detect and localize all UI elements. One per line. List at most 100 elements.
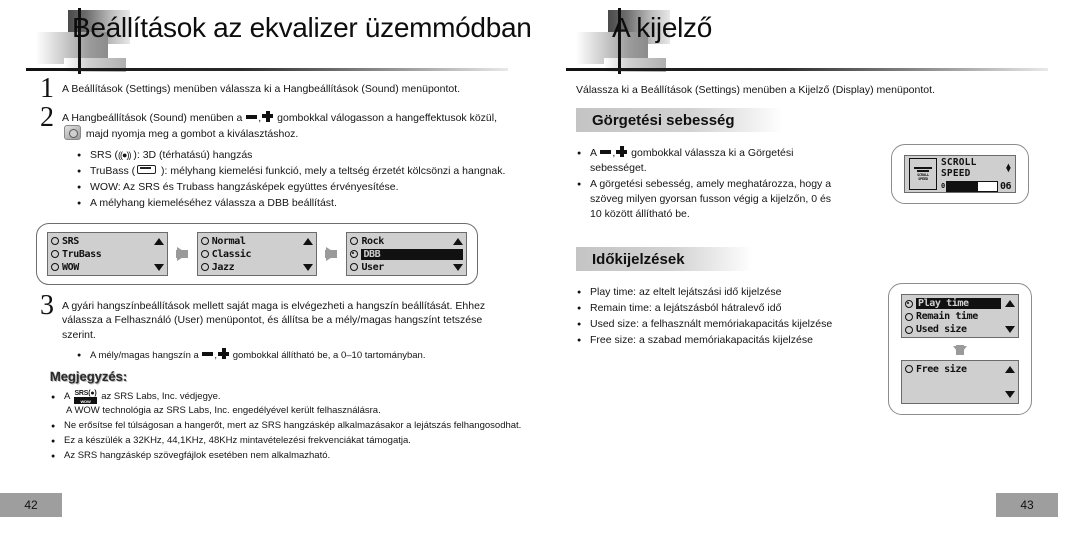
intro-text: Válassza ki a Beállítások (Settings) men…: [576, 84, 935, 96]
scroll-speed-devicebox: SCROLL SPEED SCROLL SPEED ▲ ▼ 0 06: [891, 144, 1029, 204]
lcd-row-label: SRS: [62, 235, 79, 247]
radio-icon: [905, 312, 913, 321]
list-item-scroll-buttons: A , gombokkal válassza ki a Görgetési se…: [576, 146, 840, 176]
list-item-trademark: A SRS(●) WOW az SRS Labs, Inc. védjegye.…: [50, 390, 540, 418]
bullet-trubass-post: ): mélyhang kiemelési funkció, mely a te…: [158, 164, 506, 177]
scroll-speed-title: SCROLL SPEED: [941, 156, 977, 179]
header-rule: [26, 68, 508, 71]
lcd-row-label: Rock: [361, 235, 384, 247]
scroll-bullet-pre: A: [590, 147, 600, 159]
radio-icon: [905, 325, 913, 334]
left-page: Beállítások az ekvalizer üzemmódban 1 A …: [0, 0, 540, 539]
lcd-row[interactable]: Jazz: [200, 261, 314, 274]
scroll-speed-body: SCROLL SPEED ▲ ▼ 0 06: [941, 156, 1012, 192]
lcd-row[interactable]: Remain time: [905, 310, 1015, 323]
chevron-down-icon[interactable]: [1005, 391, 1015, 399]
bullet-srs-pre: SRS (: [90, 148, 119, 161]
radio-icon: [200, 237, 209, 245]
time-display-text: Play time: az eltelt lejátszási idő kije…: [540, 279, 840, 349]
trubass-bar-icon: [137, 164, 157, 174]
right-page-content: Válassza ki a Beállítások (Settings) men…: [540, 78, 1080, 415]
chevron-up-icon[interactable]: [1005, 365, 1015, 373]
lcd-row-selected[interactable]: Play time: [905, 297, 1015, 310]
chevron-down-icon[interactable]: [153, 263, 164, 271]
scroll-speed-section: A , gombokkal válassza ki a Görgetési se…: [540, 140, 1080, 223]
page-title: A kijelző: [612, 12, 713, 43]
plus-button-icon: [616, 146, 628, 157]
step-1: 1 A Beállítások (Settings) menüben válas…: [0, 73, 540, 104]
chevron-down-icon[interactable]: [453, 263, 464, 271]
list-item-trubass: TruBass ( ): mélyhang kiemelési funkció,…: [76, 164, 540, 179]
note-prefix: A: [64, 391, 70, 402]
lcd-row-label: DBB: [361, 248, 464, 260]
right-page-header: A kijelző: [540, 0, 1080, 78]
page-title: Beállítások az ekvalizer üzemmódban: [72, 12, 532, 43]
lcd-row[interactable]: SRS: [51, 235, 164, 248]
chevron-down-icon[interactable]: [303, 263, 314, 271]
updown-arrows-icon[interactable]: ▲ ▼: [1006, 161, 1011, 173]
list-item-srs: SRS (((●)) ): 3D (térhatású) hangzás: [76, 148, 540, 163]
lcd-row[interactable]: Classic: [200, 248, 314, 261]
scroll-speed-bar[interactable]: [946, 180, 998, 192]
chevron-up-icon[interactable]: [153, 237, 164, 245]
chevron-up-icon[interactable]: [1005, 300, 1015, 307]
srs-wow-logo-icon: SRS(●) WOW: [74, 390, 97, 404]
step-3-bullets: A mély/magas hangszín a , gombokkal állí…: [76, 348, 540, 363]
lcd-row[interactable]: [905, 388, 1015, 401]
bullet-tone-post: gombokkal állítható be, a 0–10 tartomány…: [230, 350, 426, 361]
list-item-tone-range: A mély/magas hangszín a , gombokkal állí…: [76, 348, 540, 363]
note-0-text: az SRS Labs, Inc. védjegye.: [101, 391, 221, 402]
lcd-sound-effect-list[interactable]: SRS TruBass WOW: [47, 231, 168, 276]
lcd-preset-list-2[interactable]: Rock DBB User: [346, 231, 468, 276]
minus-button-icon: [600, 150, 612, 154]
radio-icon: [51, 237, 59, 245]
lcd-row[interactable]: TruBass: [51, 248, 164, 261]
lcd-row-label: Play time: [916, 298, 1001, 309]
lcd-time-display-list[interactable]: Play time Remain time Used size: [901, 294, 1019, 338]
list-item-used-size: Used size: a felhasznált memóriakapacitá…: [576, 317, 840, 332]
step-2-text-c: majd nyomja meg a gombot a kiválasztásho…: [83, 128, 299, 140]
radio-icon: [51, 250, 59, 258]
bullet-srs-post: ): 3D (térhatású) hangzás: [130, 148, 253, 161]
lcd-row[interactable]: Used size: [905, 323, 1015, 336]
flow-arrow-2: [317, 246, 346, 261]
flow-arrow-1: [168, 246, 197, 261]
step-2-number: 2: [40, 101, 54, 133]
left-page-content: 1 A Beállítások (Settings) menüben válas…: [0, 73, 540, 464]
time-display-section: Play time: az eltelt lejátszási idő kije…: [540, 279, 1080, 415]
list-item-text-files: Az SRS hangzáskép szövegfájlok esetében …: [50, 449, 540, 464]
chevron-up-icon[interactable]: [303, 237, 314, 245]
note-heading: Megjegyzés:: [50, 369, 128, 384]
lcd-row-label: Jazz: [211, 261, 235, 273]
scroll-speed-value: 06: [999, 180, 1012, 192]
lcd-row-label: Classic: [211, 248, 252, 260]
step-1-text: A Beállítások (Settings) menüben válassz…: [62, 83, 461, 95]
chevron-up-icon[interactable]: [453, 237, 464, 245]
lcd-row[interactable]: WOW: [51, 261, 164, 274]
chevron-down-icon[interactable]: [1005, 326, 1015, 333]
bullet-tone-pre: A mély/magas hangszín a: [90, 350, 202, 361]
list-item-wow: WOW: Az SRS és Trubass hangzásképek együ…: [76, 180, 540, 195]
radio-checked-icon: [905, 299, 913, 308]
note-list: A SRS(●) WOW az SRS Labs, Inc. védjegye.…: [50, 390, 540, 464]
radio-icon: [200, 263, 209, 271]
radio-icon: [200, 250, 209, 258]
lcd-row[interactable]: Rock: [350, 235, 464, 248]
lcd-row[interactable]: Free size: [905, 363, 1015, 376]
lcd-row-empty: [905, 376, 1015, 389]
scroll-speed-lcd[interactable]: SCROLL SPEED SCROLL SPEED ▲ ▼ 0 06: [904, 155, 1016, 193]
plus-button-icon: [262, 110, 274, 122]
lcd-row-selected[interactable]: DBB: [350, 248, 464, 261]
lcd-row[interactable]: User: [350, 261, 464, 274]
lcd-row-label: Remain time: [916, 311, 978, 322]
scroll-speed-text: A , gombokkal válassza ki a Görgetési se…: [540, 140, 840, 223]
lcd-preset-list-1[interactable]: Normal Classic Jazz: [196, 231, 318, 276]
lcd-row[interactable]: Normal: [200, 235, 314, 248]
plus-button-icon: [218, 348, 230, 359]
list-item-remain-time: Remain time: a lejátszásból hátralevő id…: [576, 301, 840, 316]
lcd-free-size-list[interactable]: Free size: [901, 360, 1019, 404]
equalizer-flow-diagram: SRS TruBass WOW Normal Classic Jazz Rock…: [36, 222, 478, 285]
lcd-row-label: Used size: [916, 324, 967, 335]
flow-arrow-down: [901, 338, 1019, 360]
scroll-speed-bullets: A , gombokkal válassza ki a Görgetési se…: [576, 146, 840, 222]
